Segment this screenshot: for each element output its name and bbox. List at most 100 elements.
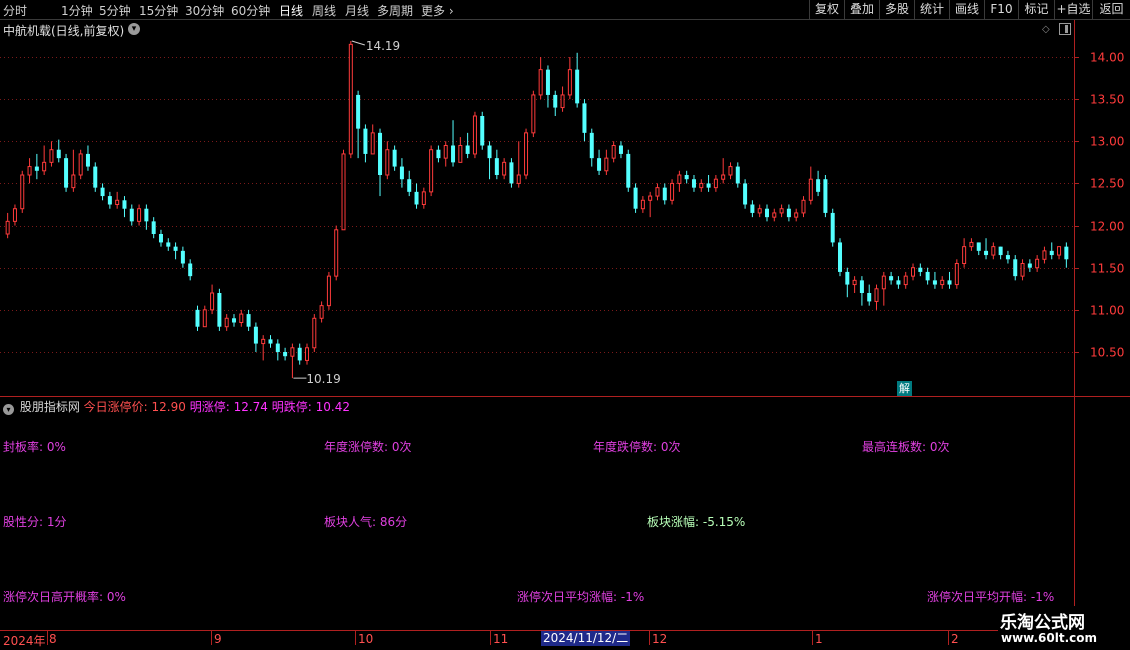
- candle[interactable]: [210, 284, 215, 315]
- candle[interactable]: [85, 145, 90, 171]
- candle[interactable]: [392, 145, 397, 171]
- candle[interactable]: [691, 175, 696, 192]
- candle[interactable]: [648, 191, 653, 218]
- candle[interactable]: [655, 183, 660, 201]
- candle[interactable]: [772, 208, 777, 222]
- candle[interactable]: [640, 196, 645, 213]
- candle[interactable]: [604, 149, 609, 175]
- candle[interactable]: [728, 162, 733, 180]
- candle[interactable]: [954, 259, 959, 289]
- candle[interactable]: [246, 309, 251, 331]
- candle[interactable]: [794, 208, 799, 222]
- candle[interactable]: [231, 314, 236, 327]
- candle[interactable]: [407, 170, 412, 197]
- candle[interactable]: [823, 175, 828, 218]
- candle[interactable]: [173, 242, 178, 260]
- candle[interactable]: [531, 90, 536, 138]
- candle[interactable]: [896, 276, 901, 289]
- candle[interactable]: [1020, 259, 1025, 281]
- candle[interactable]: [64, 153, 69, 192]
- candle[interactable]: [852, 276, 857, 293]
- candle[interactable]: [699, 179, 704, 192]
- candle[interactable]: [677, 170, 682, 192]
- unlock-badge[interactable]: 解: [897, 381, 912, 396]
- candle[interactable]: [253, 322, 258, 353]
- candle[interactable]: [195, 305, 200, 331]
- candle[interactable]: [575, 52, 580, 108]
- candle[interactable]: [545, 65, 550, 108]
- candle[interactable]: [889, 271, 894, 285]
- candle[interactable]: [78, 149, 83, 180]
- candle[interactable]: [487, 141, 492, 180]
- candle[interactable]: [991, 242, 996, 260]
- candle[interactable]: [1005, 250, 1010, 264]
- candle[interactable]: [757, 204, 762, 218]
- candle[interactable]: [1057, 246, 1062, 260]
- candle[interactable]: [305, 343, 310, 365]
- candle[interactable]: [582, 99, 587, 142]
- candle[interactable]: [436, 145, 441, 163]
- candle[interactable]: [166, 238, 171, 251]
- candle[interactable]: [326, 271, 331, 310]
- candle[interactable]: [524, 128, 529, 180]
- candle[interactable]: [443, 141, 448, 167]
- candle[interactable]: [589, 128, 594, 167]
- candle[interactable]: [158, 229, 163, 247]
- candle[interactable]: [903, 271, 908, 289]
- candle[interactable]: [472, 111, 477, 159]
- candle[interactable]: [567, 57, 572, 100]
- candle[interactable]: [743, 179, 748, 209]
- candle[interactable]: [348, 40, 353, 159]
- candle[interactable]: [1035, 255, 1040, 272]
- candle[interactable]: [429, 145, 434, 197]
- candle[interactable]: [356, 90, 361, 159]
- candle[interactable]: [385, 141, 390, 180]
- candle[interactable]: [378, 128, 383, 197]
- candle[interactable]: [1027, 259, 1032, 272]
- candle[interactable]: [217, 288, 222, 331]
- candle[interactable]: [297, 343, 302, 365]
- candle[interactable]: [626, 149, 631, 192]
- indicator-name[interactable]: 股朋指标网: [20, 400, 80, 414]
- candle[interactable]: [290, 343, 295, 379]
- candle[interactable]: [151, 217, 156, 239]
- candle[interactable]: [180, 246, 185, 268]
- candle[interactable]: [721, 158, 726, 184]
- candle[interactable]: [713, 175, 718, 192]
- candle[interactable]: [20, 170, 25, 213]
- indicator-menu-icon[interactable]: ▾: [3, 404, 14, 415]
- candle[interactable]: [830, 208, 835, 247]
- candle[interactable]: [779, 204, 784, 218]
- candle[interactable]: [312, 314, 317, 352]
- candle[interactable]: [706, 175, 711, 192]
- candle[interactable]: [334, 225, 339, 281]
- candle[interactable]: [27, 158, 32, 184]
- candle[interactable]: [451, 120, 456, 167]
- candle[interactable]: [881, 271, 886, 306]
- candle[interactable]: [560, 86, 565, 112]
- candle[interactable]: [502, 158, 507, 180]
- candle[interactable]: [538, 57, 543, 100]
- candle[interactable]: [1049, 242, 1054, 260]
- candle[interactable]: [115, 191, 120, 209]
- candle[interactable]: [1042, 246, 1047, 264]
- candle[interactable]: [611, 141, 616, 163]
- candle[interactable]: [633, 183, 638, 213]
- candle[interactable]: [465, 132, 470, 159]
- candle[interactable]: [275, 339, 280, 361]
- candle[interactable]: [947, 271, 952, 289]
- candle[interactable]: [1064, 242, 1069, 268]
- candle[interactable]: [969, 238, 974, 251]
- candle[interactable]: [494, 149, 499, 180]
- candle[interactable]: [268, 335, 273, 348]
- candle[interactable]: [202, 305, 207, 328]
- candle[interactable]: [370, 124, 375, 155]
- candle[interactable]: [363, 124, 368, 163]
- candle[interactable]: [786, 204, 791, 222]
- candle[interactable]: [859, 276, 864, 306]
- candle[interactable]: [188, 259, 193, 281]
- candle[interactable]: [874, 284, 879, 310]
- candle[interactable]: [516, 141, 521, 188]
- candle[interactable]: [319, 301, 324, 323]
- candle[interactable]: [458, 137, 463, 163]
